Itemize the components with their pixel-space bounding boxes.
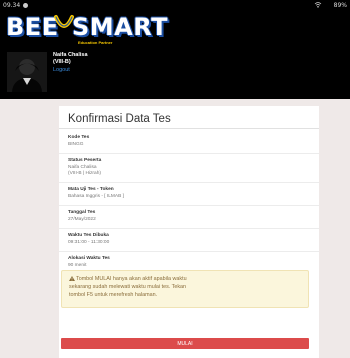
field-divider [59,205,319,206]
logo-tagline: Education Partner [78,40,113,45]
battery-level: 89% [333,2,347,9]
field-test-code: Kode Tes BINGG [68,135,308,148]
confirmation-card: Konfirmasi Data Tes Kode Tes BINGG Statu… [59,106,319,358]
app-header: BEE SMART Education Partner Naifa Chalis… [0,12,350,99]
warning-text-line3: tombol F5 untuk merefresh halaman. [69,291,158,298]
field-test-date: Tanggal Tes 27/May/2022 [68,210,308,223]
status-time: 09.34 [3,2,21,9]
user-class: (VIII-B) [53,59,71,65]
field-value: BINGG [68,142,84,147]
notification-icon [23,3,28,8]
field-value: 27/May/2022 [68,217,96,222]
field-subject-token: Mata Uji Tes - Token Bahasa Inggris - [ … [68,187,308,200]
field-time-allocation: Alokasi Waktu Tes 90 menit [68,256,308,269]
field-label: Waktu Tes Dibuka [68,233,109,238]
field-label: Alokasi Waktu Tes [68,256,110,261]
field-value: 09:31:00 - 11:30:00 [68,240,110,245]
logo-text-smart: SMART [72,13,169,41]
title-divider [59,128,319,129]
user-silhouette-icon [7,52,47,92]
warning-text-line1: Tombol MULAI hanya akan aktif apabila wa… [76,276,187,282]
field-label: Status Peserta [68,158,102,163]
warning-alert: Tombol MULAI hanya akan aktif apabila wa… [61,270,309,308]
card-title: Konfirmasi Data Tes [68,113,171,125]
field-value-secondary: (VIII-B | Hizrah) [68,171,101,177]
field-divider [59,182,319,183]
field-divider [59,251,319,252]
logout-link[interactable]: Logout [53,67,70,73]
field-divider [59,153,319,154]
field-label: Tanggal Tes [68,210,96,215]
logo-text-bee: BEE [6,13,59,41]
field-value: Bahasa Inggris - [ ILMAB ] [68,194,124,199]
field-open-time: Waktu Tes Dibuka 09:31:00 - 11:30:00 [68,233,308,246]
warning-icon [69,276,75,281]
warning-text-line2: sekarang sudah melewati waktu mulai tes.… [69,283,187,290]
beesmart-logo[interactable]: BEE SMART Education Partner [6,13,168,46]
field-participant-status: Status Peserta Naifa Chalisa (VIII-B | H… [68,158,308,177]
field-value: 90 menit [68,263,87,268]
field-label: Mata Uji Tes - Token [68,187,114,192]
field-divider [59,228,319,229]
signal-icon [314,2,322,8]
user-name: Naifa Chalisa [53,52,88,58]
avatar [7,52,47,92]
field-label: Kode Tes [68,135,90,140]
start-button[interactable]: MULAI [61,338,309,349]
